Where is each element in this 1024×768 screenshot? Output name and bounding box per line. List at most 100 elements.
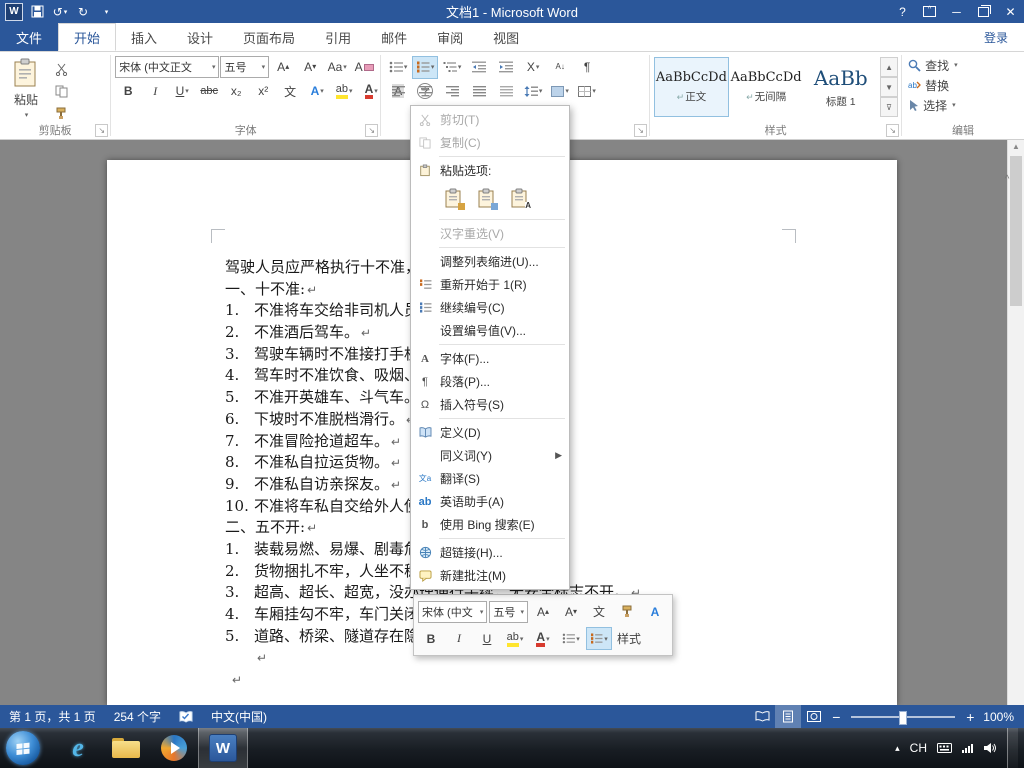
menu-item-insert-symbol[interactable]: Ω 插入符号(S) bbox=[411, 393, 569, 416]
undo-button[interactable]: ↺ ▾ bbox=[49, 1, 71, 22]
minimize-button[interactable]: ─ bbox=[943, 0, 970, 23]
mini-format-painter-button[interactable] bbox=[614, 600, 640, 623]
web-layout-button[interactable] bbox=[801, 705, 827, 728]
language-indicator[interactable]: CH bbox=[910, 741, 927, 755]
menu-item-new-comment[interactable]: 新建批注(M) bbox=[411, 564, 569, 587]
bold-button[interactable]: B bbox=[115, 80, 141, 103]
select-button[interactable]: 选择 ▾ bbox=[906, 95, 1021, 115]
asian-layout-button[interactable]: X ▾ bbox=[520, 56, 546, 79]
zoom-slider[interactable] bbox=[851, 710, 956, 725]
taskbar-explorer-button[interactable] bbox=[102, 728, 150, 768]
keyboard-icon[interactable] bbox=[937, 743, 952, 753]
cut-button[interactable] bbox=[48, 59, 74, 79]
word-app-icon[interactable]: W bbox=[3, 1, 25, 22]
font-name-combo[interactable]: 宋体 (中文正文 ▾ bbox=[115, 56, 220, 78]
replace-button[interactable]: ab 替换 bbox=[906, 75, 1021, 95]
decrease-indent-button[interactable] bbox=[466, 56, 492, 79]
zoom-percentage[interactable]: 100% bbox=[979, 710, 1024, 724]
mini-grow-font-button[interactable]: A ▴ bbox=[530, 600, 556, 623]
justify-button[interactable] bbox=[466, 80, 492, 103]
mini-numbering-button[interactable]: ▾ bbox=[586, 627, 612, 650]
mini-bold-button[interactable]: B bbox=[418, 627, 444, 650]
menu-item-font[interactable]: A 字体(F)... bbox=[411, 347, 569, 370]
paste-merge-format-button[interactable] bbox=[472, 184, 500, 212]
align-right-button[interactable] bbox=[439, 80, 465, 103]
bullets-button[interactable]: ▾ bbox=[385, 56, 411, 79]
sign-in-link[interactable]: 登录 bbox=[984, 23, 1024, 51]
print-layout-button[interactable] bbox=[775, 705, 802, 728]
zoom-in-button[interactable]: + bbox=[961, 709, 979, 725]
style-no-spacing[interactable]: AaBbCcDd ↵无间隔 bbox=[729, 57, 804, 117]
restore-button[interactable] bbox=[970, 0, 997, 23]
font-dialog-launcher[interactable]: ↘ bbox=[365, 124, 379, 137]
language-status[interactable]: 中文(中国) bbox=[202, 705, 276, 728]
proofing-status[interactable] bbox=[170, 705, 202, 728]
paste-button[interactable]: 粘贴 ▾ bbox=[4, 55, 48, 121]
format-painter-button[interactable] bbox=[48, 104, 74, 124]
line-spacing-button[interactable]: ▾ bbox=[520, 80, 546, 103]
zoom-out-button[interactable]: − bbox=[827, 709, 845, 725]
tab-view[interactable]: 视图 bbox=[478, 23, 534, 51]
menu-item-synonyms[interactable]: 同义词(Y) ▶ bbox=[411, 444, 569, 467]
styles-dialog-launcher[interactable]: ↘ bbox=[886, 124, 900, 137]
style-normal[interactable]: AaBbCcDd ↵正文 bbox=[654, 57, 729, 117]
menu-item-continue-numbering[interactable]: 继续编号(C) bbox=[411, 296, 569, 319]
mini-font-color-button[interactable]: A ▾ bbox=[530, 627, 556, 650]
tab-design[interactable]: 设计 bbox=[172, 23, 228, 51]
menu-item-define[interactable]: 定义(D) bbox=[411, 421, 569, 444]
mini-shrink-font-button[interactable]: A ▾ bbox=[558, 600, 584, 623]
styles-scroll-up-button[interactable]: ▲ bbox=[880, 57, 899, 77]
save-button[interactable] bbox=[26, 1, 48, 22]
align-center-button[interactable] bbox=[412, 80, 438, 103]
mini-font-name-combo[interactable]: 宋体 (中文 ▾ bbox=[418, 600, 488, 623]
tab-mailings[interactable]: 邮件 bbox=[366, 23, 422, 51]
close-button[interactable]: ✕ bbox=[997, 0, 1024, 23]
mini-styles-button[interactable]: A bbox=[642, 600, 668, 623]
numbering-button[interactable]: ▾ bbox=[412, 55, 439, 79]
borders-button[interactable]: ▾ bbox=[574, 80, 600, 103]
menu-item-bing-search[interactable]: b 使用 Bing 搜索(E) bbox=[411, 513, 569, 536]
menu-item-set-numbering-value[interactable]: 设置编号值(V)... bbox=[411, 319, 569, 342]
paste-text-only-button[interactable]: A bbox=[505, 184, 533, 212]
highlight-button[interactable]: ab ▾ bbox=[331, 80, 357, 103]
clipboard-dialog-launcher[interactable]: ↘ bbox=[95, 124, 109, 137]
styles-gallery-more-button[interactable]: ⊽ bbox=[880, 97, 899, 117]
qat-customize-button[interactable]: ▾ bbox=[95, 1, 117, 22]
taskbar-ie-button[interactable]: e bbox=[54, 728, 102, 768]
mini-phonetic-guide-button[interactable]: 文 bbox=[586, 600, 612, 623]
start-button[interactable] bbox=[6, 731, 40, 765]
show-marks-button[interactable]: ¶ bbox=[574, 56, 600, 79]
multilevel-list-button[interactable]: ▾ bbox=[439, 56, 465, 79]
help-button[interactable]: ? bbox=[889, 0, 916, 23]
tab-file[interactable]: 文件 bbox=[0, 23, 58, 51]
text-effects-button[interactable]: A ▾ bbox=[304, 80, 330, 103]
tab-insert[interactable]: 插入 bbox=[116, 23, 172, 51]
change-case-button[interactable]: Aa ▾ bbox=[324, 56, 350, 79]
paste-keep-source-button[interactable] bbox=[439, 184, 467, 212]
strikethrough-button[interactable]: abc bbox=[196, 80, 222, 103]
scroll-up-icon[interactable]: ▲ bbox=[1008, 138, 1024, 154]
page-indicator[interactable]: 第 1 页，共 1 页 bbox=[0, 705, 105, 728]
read-mode-button[interactable] bbox=[749, 705, 775, 728]
tab-page-layout[interactable]: 页面布局 bbox=[228, 23, 310, 51]
italic-button[interactable]: I bbox=[142, 80, 168, 103]
shrink-font-button[interactable]: A ▾ bbox=[297, 56, 323, 79]
mini-underline-button[interactable]: U bbox=[474, 627, 500, 650]
menu-item-english-assistant[interactable]: ab 英语助手(A) bbox=[411, 490, 569, 513]
mini-styles-label[interactable]: 样式 bbox=[614, 630, 644, 647]
copy-button[interactable] bbox=[48, 81, 74, 101]
volume-icon[interactable] bbox=[983, 742, 997, 754]
phonetic-guide-button[interactable]: 文 bbox=[277, 80, 303, 103]
menu-item-hyperlink[interactable]: 超链接(H)... bbox=[411, 541, 569, 564]
mini-font-size-combo[interactable]: 五号 ▾ bbox=[489, 600, 528, 623]
network-icon[interactable] bbox=[962, 743, 973, 753]
menu-item-paragraph[interactable]: ¶ 段落(P)... bbox=[411, 370, 569, 393]
word-count[interactable]: 254 个字 bbox=[105, 705, 170, 728]
taskbar-word-button[interactable]: W bbox=[198, 728, 248, 768]
clear-formatting-button[interactable]: A bbox=[351, 56, 377, 79]
zoom-slider-handle[interactable] bbox=[899, 710, 908, 725]
find-button[interactable]: 查找 ▾ bbox=[906, 55, 1021, 75]
grow-font-button[interactable]: A ▴ bbox=[270, 56, 296, 79]
paragraph-dialog-launcher[interactable]: ↘ bbox=[634, 124, 648, 137]
collapse-ribbon-button[interactable]: ^ bbox=[998, 172, 1016, 186]
